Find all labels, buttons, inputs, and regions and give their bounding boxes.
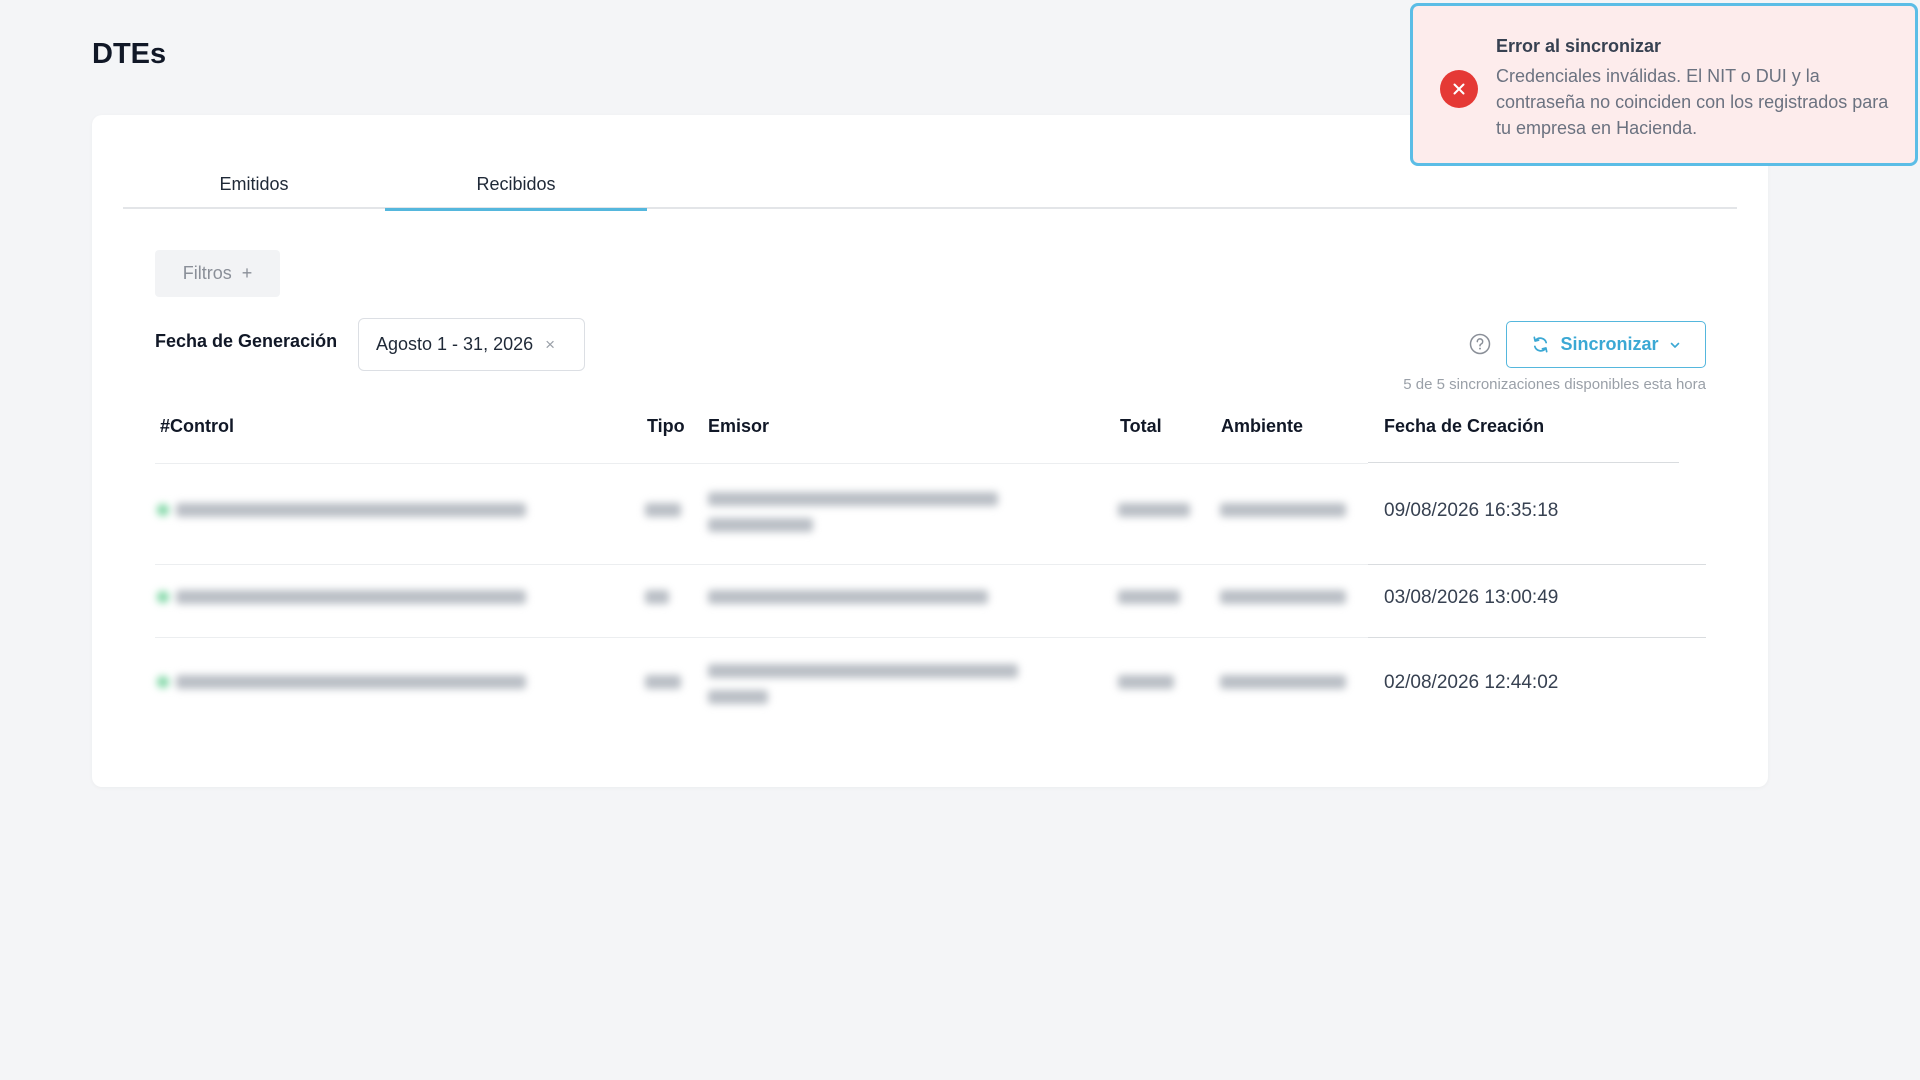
dte-card: Emitidos Recibidos Filtros + Fecha de Ge… (92, 115, 1768, 787)
sync-button[interactable]: Sincronizar (1506, 321, 1706, 368)
fecha-creacion-cell: 09/08/2026 16:35:18 (1384, 500, 1559, 521)
redacted-row-content (92, 115, 1362, 715)
column-header-fecha: Fecha de Creación (1384, 416, 1545, 436)
toast-title: Error al sincronizar (1496, 36, 1662, 56)
fecha-creacion-cell: 02/08/2026 12:44:02 (1384, 672, 1559, 693)
error-icon (1440, 70, 1478, 108)
chevron-down-icon (1670, 342, 1679, 348)
row-divider-right (1368, 564, 1706, 565)
row-divider-right (1368, 637, 1706, 638)
sync-button-label: Sincronizar (1560, 334, 1659, 354)
row-divider (155, 564, 1368, 565)
refresh-icon (1533, 336, 1549, 353)
header-divider (1368, 462, 1679, 463)
sync-availability-text: 5 de 5 sincronizaciones disponibles esta… (1403, 376, 1706, 393)
toast-message: Credenciales inválidas. El NIT o DUI y l… (1496, 66, 1889, 138)
row-divider (155, 637, 1368, 638)
page-title: DTEs (92, 38, 167, 70)
help-icon[interactable] (1469, 333, 1491, 355)
error-toast[interactable]: Error al sincronizar Credenciales inváli… (1410, 3, 1918, 166)
fecha-creacion-cell: 03/08/2026 13:00:49 (1384, 587, 1559, 608)
